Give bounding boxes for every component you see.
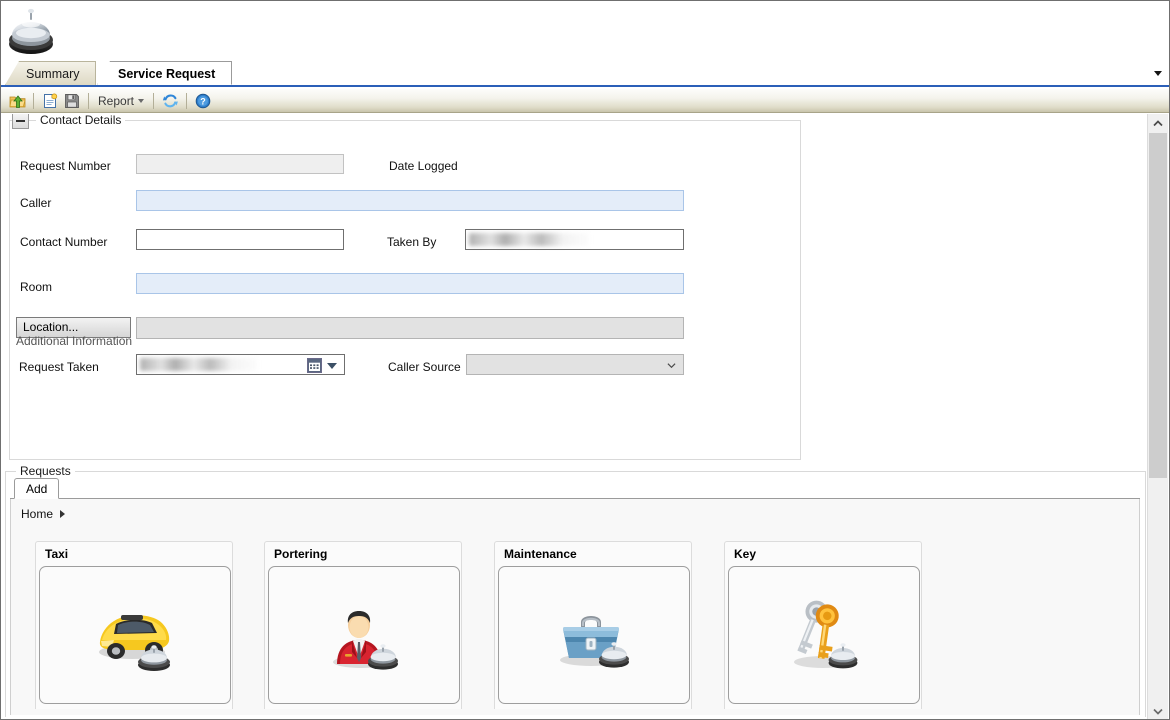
service-card-maintenance-title: Maintenance bbox=[504, 547, 577, 561]
tab-add[interactable]: Add bbox=[14, 478, 60, 499]
caret-right-icon bbox=[60, 510, 66, 518]
request-taken-datepicker[interactable] bbox=[136, 354, 345, 375]
service-card-key-body[interactable] bbox=[728, 566, 920, 704]
request-taken-label: Request Taken bbox=[19, 360, 99, 374]
minus-icon bbox=[16, 119, 25, 122]
porter-person-icon bbox=[333, 611, 398, 670]
calendar-icon[interactable] bbox=[307, 358, 322, 373]
taken-by-field bbox=[465, 229, 684, 250]
tab-summary[interactable]: Summary bbox=[5, 61, 97, 85]
requests-legend: Requests bbox=[16, 464, 75, 478]
main-tab-strip: Summary Service Request bbox=[1, 59, 1169, 87]
caller-input[interactable] bbox=[136, 190, 684, 211]
contact-number-label: Contact Number bbox=[20, 235, 108, 249]
chevron-down-icon[interactable] bbox=[1151, 67, 1165, 79]
caller-label: Caller bbox=[20, 196, 52, 210]
request-number-label: Request Number bbox=[20, 159, 111, 173]
service-card-maintenance[interactable]: Maintenance bbox=[494, 541, 692, 709]
toolbar-separator bbox=[153, 92, 155, 109]
date-logged-label: Date Logged bbox=[389, 159, 458, 173]
collapse-toggle-button[interactable] bbox=[12, 114, 29, 129]
taxi-car-icon bbox=[99, 615, 170, 671]
toolbar-separator bbox=[88, 92, 89, 109]
service-card-maintenance-body[interactable] bbox=[498, 566, 690, 704]
service-card-portering-body[interactable] bbox=[268, 566, 460, 704]
help-question-icon[interactable]: ? bbox=[192, 91, 214, 111]
header-bar bbox=[1, 1, 1169, 59]
tab-add-label: Add bbox=[26, 482, 48, 496]
save-floppy-icon[interactable] bbox=[61, 91, 83, 111]
contact-details-legend: Contact Details bbox=[36, 114, 126, 127]
service-card-taxi-body[interactable] bbox=[39, 566, 231, 704]
taken-by-label: Taken By bbox=[387, 235, 437, 249]
service-card-key[interactable]: Key bbox=[724, 541, 922, 709]
service-bell-icon bbox=[7, 4, 55, 56]
caret-down-icon bbox=[138, 98, 145, 103]
location-button-label: Location... bbox=[23, 320, 79, 334]
chevron-down-icon bbox=[667, 363, 676, 369]
breadcrumb-item-home[interactable]: Home bbox=[21, 507, 53, 521]
additional-information-label: Additional Information bbox=[16, 334, 133, 348]
service-card-taxi-title: Taxi bbox=[45, 547, 69, 561]
breadcrumb: Home bbox=[21, 507, 66, 521]
contact-number-input[interactable] bbox=[136, 229, 344, 250]
open-folder-icon[interactable] bbox=[6, 91, 28, 111]
svg-text:?: ? bbox=[200, 96, 206, 106]
content-area: Contact Details Request Number Date Logg… bbox=[1, 114, 1148, 719]
scrollbar-thumb[interactable] bbox=[1149, 133, 1167, 478]
keys-icon bbox=[794, 600, 858, 669]
tab-service-request-label: Service Request bbox=[118, 67, 216, 81]
toolbar: Report ? bbox=[1, 89, 1169, 113]
service-card-portering-title: Portering bbox=[274, 547, 328, 561]
toolbar-separator bbox=[33, 92, 34, 109]
room-input[interactable] bbox=[136, 273, 684, 294]
service-card-portering[interactable]: Portering bbox=[264, 541, 462, 709]
taken-by-value-redacted bbox=[469, 233, 589, 246]
room-label: Room bbox=[20, 280, 53, 294]
requests-tab-strip: Add bbox=[10, 478, 1140, 499]
caret-down-icon[interactable] bbox=[327, 363, 337, 369]
request-number-field bbox=[136, 154, 344, 174]
refresh-icon[interactable] bbox=[159, 91, 181, 111]
tab-summary-label: Summary bbox=[26, 67, 80, 81]
toolbar-separator bbox=[186, 92, 188, 109]
vertical-scrollbar[interactable] bbox=[1147, 114, 1168, 719]
report-menu-label: Report bbox=[98, 93, 135, 108]
caller-source-select[interactable] bbox=[466, 354, 684, 375]
service-card-key-title: Key bbox=[734, 547, 757, 561]
contact-details-group: Contact Details Request Number Date Logg… bbox=[9, 114, 801, 460]
service-card-taxi[interactable]: Taxi bbox=[35, 541, 233, 709]
request-taken-value-redacted bbox=[140, 358, 257, 371]
requests-group: Requests Add Home Taxi Portering Mainten… bbox=[5, 464, 1146, 717]
caller-source-label: Caller Source bbox=[388, 360, 461, 374]
toolbox-icon bbox=[560, 616, 629, 668]
location-field bbox=[136, 317, 684, 339]
application-window: Summary Service Request Report ? Contact… bbox=[0, 0, 1170, 720]
chevron-up-icon[interactable] bbox=[1148, 114, 1168, 132]
report-menu-button[interactable]: Report bbox=[94, 91, 148, 111]
new-document-icon[interactable] bbox=[39, 91, 61, 111]
chevron-down-icon[interactable] bbox=[1148, 702, 1168, 719]
tab-service-request[interactable]: Service Request bbox=[97, 61, 233, 85]
requests-panel: Home Taxi Portering Maintenance Key bbox=[10, 499, 1140, 715]
